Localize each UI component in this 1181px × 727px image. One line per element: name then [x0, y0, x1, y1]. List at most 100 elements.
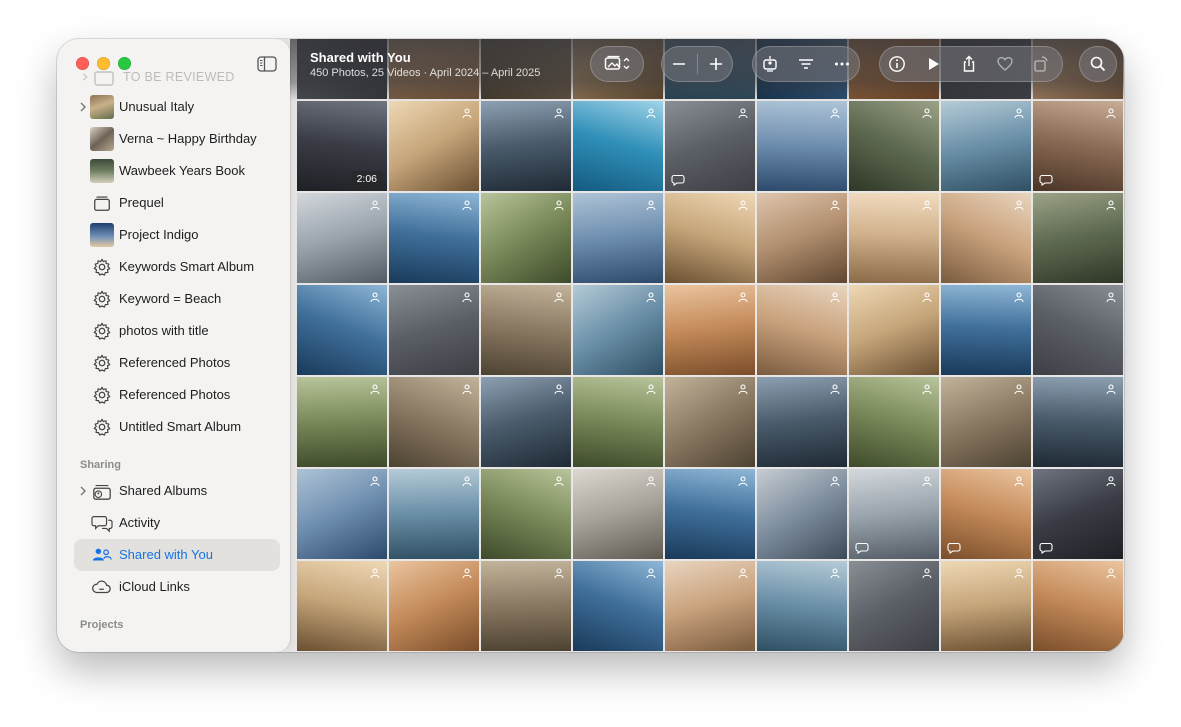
photo-thumbnail[interactable] [665, 193, 755, 283]
photo-thumbnail[interactable] [849, 377, 939, 467]
photo-thumbnail[interactable] [757, 193, 847, 283]
photo-thumbnail[interactable] [297, 285, 387, 375]
sort-filter-button[interactable] [788, 46, 824, 82]
photo-thumbnail[interactable] [389, 377, 479, 467]
sidebar-item-sharing[interactable]: Shared Albums [74, 475, 280, 507]
shared-library-badge-icon [554, 568, 564, 579]
sidebar-item-album[interactable]: Referenced Photos [74, 379, 280, 411]
zoom-out-button[interactable] [661, 46, 697, 82]
photo-thumbnail[interactable] [1033, 193, 1123, 283]
sidebar-item-sharing[interactable]: Activity [74, 507, 280, 539]
sharing-heading: Sharing [80, 459, 121, 471]
zoom-in-button[interactable] [698, 46, 733, 82]
photo-thumbnail[interactable] [849, 285, 939, 375]
photo-thumbnail[interactable] [1033, 101, 1123, 191]
photo-thumbnail[interactable] [573, 285, 663, 375]
photo-thumbnail[interactable] [757, 101, 847, 191]
photo-thumbnail[interactable] [389, 561, 479, 651]
slideshow-button[interactable] [915, 46, 951, 82]
photo-thumbnail[interactable] [481, 101, 571, 191]
search-icon [1079, 46, 1117, 82]
view-options-menu[interactable] [590, 46, 644, 82]
sidebar-item-label: TO BE REVIEWED [123, 70, 235, 84]
photo-thumbnail[interactable] [573, 101, 663, 191]
sidebar-item-album[interactable]: Verna ~ Happy Birthday [74, 123, 280, 155]
minus-icon [673, 63, 685, 65]
photo-thumbnail[interactable] [297, 377, 387, 467]
search-button[interactable] [1079, 46, 1117, 82]
photo-thumbnail[interactable] [665, 377, 755, 467]
sidebar-item-album[interactable]: Untitled Smart Album [74, 411, 280, 443]
photo-thumbnail[interactable] [941, 561, 1031, 651]
photo-thumbnail[interactable] [665, 561, 755, 651]
photo-thumbnail[interactable] [389, 469, 479, 559]
photo-thumbnail[interactable] [481, 193, 571, 283]
photo-thumbnail[interactable] [481, 377, 571, 467]
photo-thumbnail[interactable] [757, 285, 847, 375]
sidebar-item-sharing[interactable]: Shared with You [74, 539, 280, 571]
sidebar-item-icon [90, 543, 114, 567]
favorite-button[interactable] [987, 46, 1023, 82]
sidebar-item-album[interactable]: Keywords Smart Album [74, 251, 280, 283]
photos-view-icon[interactable] [590, 46, 644, 82]
photo-thumbnail[interactable]: 2:06 [297, 101, 387, 191]
ellipsis-icon [835, 62, 849, 66]
photo-thumbnail[interactable] [481, 561, 571, 651]
sidebar-item-album[interactable]: Keyword = Beach [74, 283, 280, 315]
info-button[interactable] [879, 46, 915, 82]
shared-library-filter-button[interactable] [752, 46, 788, 82]
sidebar-item-sharing[interactable]: iCloud Links [74, 571, 280, 603]
photo-thumbnail[interactable] [573, 469, 663, 559]
sidebar-item-label: Untitled Smart Album [119, 419, 242, 434]
shared-library-badge-icon [922, 384, 932, 395]
photo-thumbnail[interactable] [941, 377, 1031, 467]
sidebar-item-album[interactable]: Project Indigo [74, 219, 280, 251]
icloud-link-icon [92, 580, 111, 594]
sidebar-item-album[interactable]: Referenced Photos [74, 347, 280, 379]
sidebar-item-to-be-reviewed[interactable]: TO BE REVIEWED [81, 66, 235, 88]
photo-thumbnail[interactable] [665, 101, 755, 191]
photo-thumbnail[interactable] [389, 285, 479, 375]
rotate-button[interactable] [1023, 46, 1059, 82]
sidebar-item-label: Shared with You [119, 547, 213, 562]
sidebar-toggle-button[interactable] [257, 56, 277, 72]
photo-thumbnail[interactable] [665, 285, 755, 375]
sidebar-item-album[interactable]: Unusual Italy [74, 91, 280, 123]
photo-thumbnail[interactable] [941, 193, 1031, 283]
photo-thumbnail[interactable] [297, 193, 387, 283]
photo-thumbnail[interactable] [389, 193, 479, 283]
photo-thumbnail[interactable] [849, 561, 939, 651]
photo-thumbnail[interactable] [573, 561, 663, 651]
sidebar-item-album[interactable]: photos with title [74, 315, 280, 347]
photo-thumbnail[interactable] [389, 101, 479, 191]
photo-thumbnail[interactable] [941, 285, 1031, 375]
photo-thumbnail[interactable] [297, 561, 387, 651]
photo-thumbnail[interactable] [1033, 285, 1123, 375]
photo-thumbnail[interactable] [849, 101, 939, 191]
photo-thumbnail[interactable] [481, 285, 571, 375]
sidebar-item-album[interactable]: Wawbeek Years Book [74, 155, 280, 187]
photo-thumbnail[interactable] [573, 377, 663, 467]
photo-thumbnail[interactable] [481, 469, 571, 559]
photo-thumbnail[interactable] [941, 469, 1031, 559]
shared-library-badge-icon [462, 292, 472, 303]
photo-thumbnail[interactable] [1033, 469, 1123, 559]
share-button[interactable] [951, 46, 987, 82]
gear-icon [93, 322, 111, 340]
shared-library-badge-icon [922, 476, 932, 487]
photo-thumbnail[interactable] [757, 561, 847, 651]
shared-library-badge-icon [1014, 476, 1024, 487]
photo-thumbnail[interactable] [849, 469, 939, 559]
more-button[interactable] [824, 46, 860, 82]
photo-thumbnail[interactable] [849, 193, 939, 283]
photo-thumbnail[interactable] [1033, 561, 1123, 651]
sidebar-item-icon [90, 287, 114, 311]
photo-thumbnail[interactable] [297, 469, 387, 559]
photo-thumbnail[interactable] [757, 377, 847, 467]
sidebar-item-album[interactable]: Prequel [74, 187, 280, 219]
photo-thumbnail[interactable] [573, 193, 663, 283]
photo-thumbnail[interactable] [941, 101, 1031, 191]
photo-thumbnail[interactable] [757, 469, 847, 559]
photo-thumbnail[interactable] [665, 469, 755, 559]
photo-thumbnail[interactable] [1033, 377, 1123, 467]
